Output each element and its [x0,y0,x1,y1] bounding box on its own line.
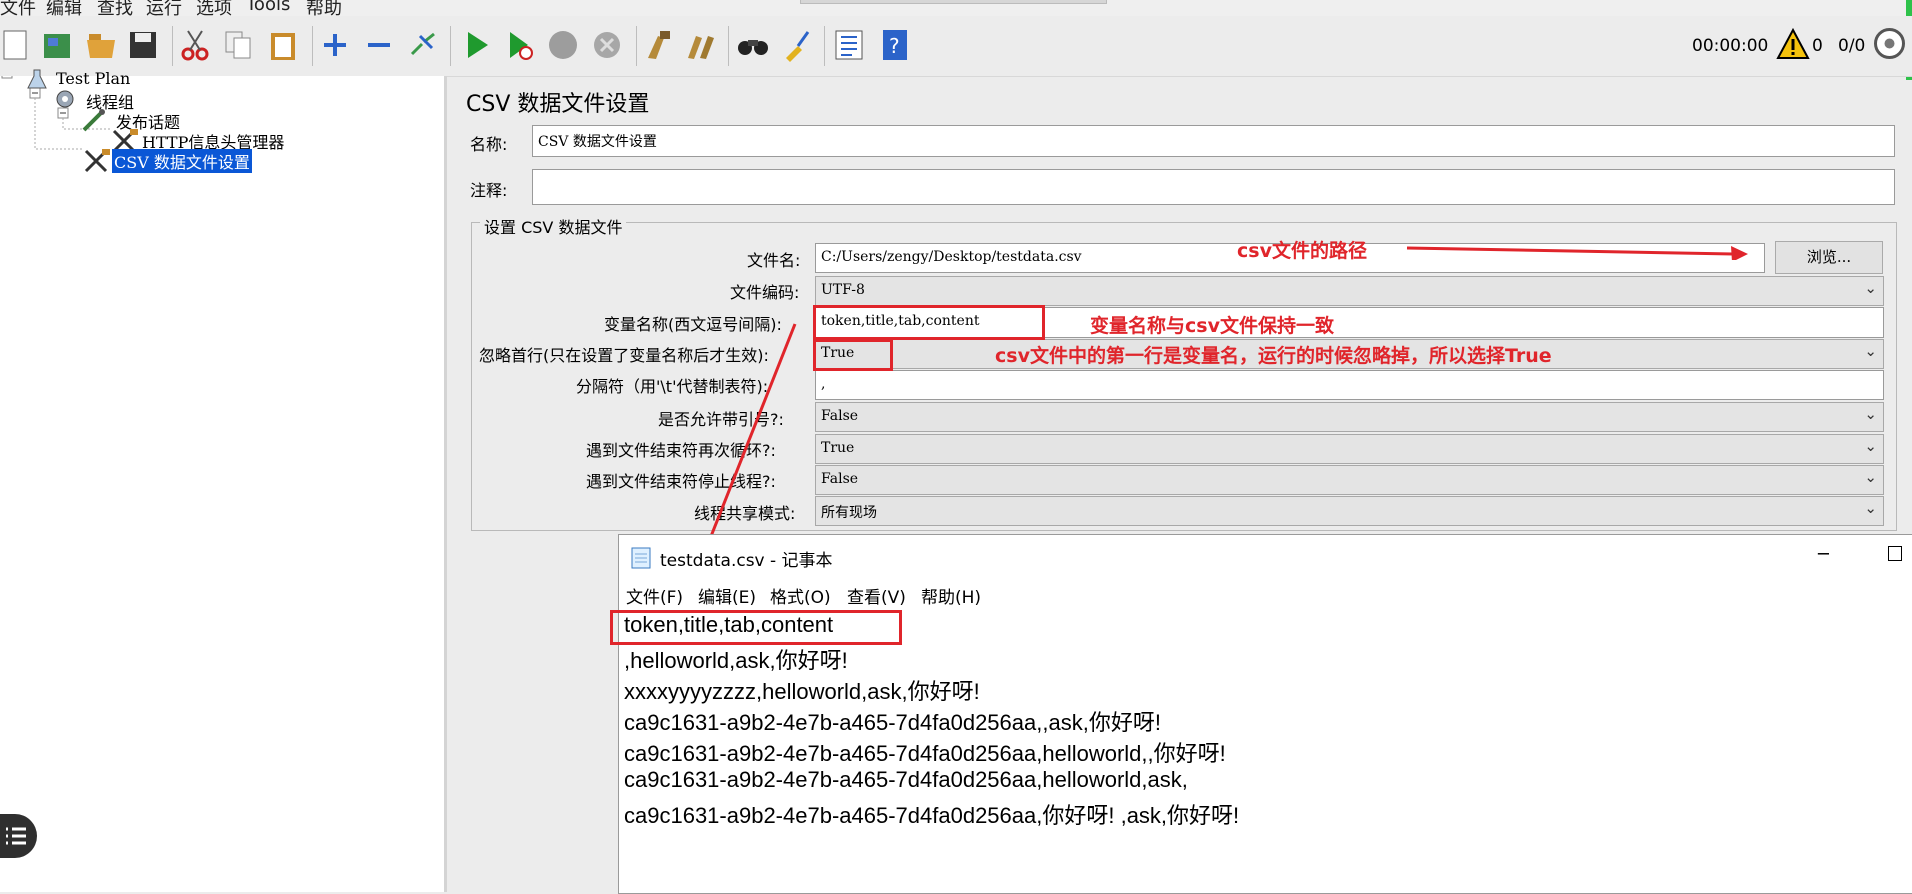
chevron-down-icon: ⌄ [1864,405,1877,423]
sharing-mode-combo[interactable]: 所有现场 ⌄ [815,496,1884,526]
cut-icon[interactable] [178,28,212,62]
save-icon[interactable] [126,28,160,62]
separator [636,26,637,66]
notepad-line[interactable]: xxxxyyyyzzzz,helloworld,ask,你好呀! [624,674,980,706]
new-icon[interactable] [0,28,34,62]
shutdown-icon[interactable] [590,28,624,62]
annotation-box-varnames [813,305,1045,340]
paste-icon[interactable] [266,28,300,62]
notepad-line[interactable]: ca9c1631-a9b2-4e7b-a465-7d4fa0d256aa,你好呀… [624,798,1239,830]
notepad-menu-help[interactable]: 帮助(H) [921,583,981,608]
delimiter-field[interactable]: , [815,370,1884,400]
search-icon[interactable] [736,28,770,62]
notepad-line[interactable]: ca9c1631-a9b2-4e7b-a465-7d4fa0d256aa,hel… [624,736,1226,768]
copy-icon[interactable] [222,28,256,62]
function-helper-icon[interactable] [832,28,866,62]
recycle-combo[interactable]: True ⌄ [815,434,1884,464]
clear-icon[interactable] [642,28,676,62]
toolbar: ? [0,16,1912,77]
test-plan-tree: Test Plan 线程组 发布话题 HTTP信息头管理器 CSV 数据文件设置 [0,69,447,892]
notepad-line[interactable]: ,helloworld,ask,你好呀! [624,643,848,675]
remote-status-icon[interactable] [1873,27,1906,60]
separator [824,26,825,66]
menu-tools[interactable]: Tools [246,0,290,15]
csv-settings-legend: 设置 CSV 数据文件 [480,214,627,238]
notice-popup-edge [800,0,1107,4]
expand-icon[interactable] [318,28,352,62]
annotation-box-header-line [610,610,902,645]
stop-icon[interactable] [546,28,580,62]
chevron-down-icon: ⌄ [1864,342,1877,360]
filename-label: 文件名: [747,251,801,270]
notepad-line[interactable]: ca9c1631-a9b2-4e7b-a465-7d4fa0d256aa,hel… [624,767,1188,793]
separator [728,26,729,66]
elapsed-timer: 00:00:00 [1692,36,1769,56]
stop-thread-value: False [821,471,859,487]
tree-item-csv-data-set[interactable]: CSV 数据文件设置 [112,149,252,173]
maximize-button[interactable] [1888,546,1902,561]
annotation-varname-note: 变量名称与csv文件保持一致 [1090,315,1334,337]
quoted-data-combo[interactable]: False ⌄ [815,402,1884,432]
open-icon[interactable] [84,28,118,62]
encoding-value: UTF-8 [821,282,865,298]
tree-item-test-plan[interactable]: Test Plan [56,69,130,88]
notepad-menu-edit[interactable]: 编辑(E) [698,583,756,608]
name-label: 名称: [470,135,508,154]
notepad-menu-file[interactable]: 文件(F) [626,583,683,608]
encoding-combo[interactable]: UTF-8 ⌄ [815,276,1884,306]
toggle-icon[interactable] [406,28,440,62]
reset-search-icon[interactable] [780,28,814,62]
templates-icon[interactable] [40,28,74,62]
chevron-down-icon: ⌄ [1864,468,1877,486]
recycle-value: True [821,440,855,456]
minimize-button[interactable]: ─ [1818,544,1829,565]
start-icon[interactable] [460,28,494,62]
sampler-icon [82,109,105,132]
chevron-down-icon: ⌄ [1864,437,1877,455]
annotation-ignore-note: csv文件中的第一行是变量名，运行的时候忽略掉，所以选择True [995,345,1552,367]
clear-all-icon[interactable] [684,28,718,62]
config-element-icon [84,149,110,173]
browse-button[interactable]: 浏览... [1775,241,1883,274]
notepad-line[interactable]: ca9c1631-a9b2-4e7b-a465-7d4fa0d256aa,,as… [624,705,1161,737]
help-icon[interactable]: ? [878,28,912,62]
sharing-mode-value: 所有现场 [821,505,877,521]
chevron-down-icon: ⌄ [1864,279,1877,297]
name-field[interactable]: CSV 数据文件设置 [532,125,1895,157]
collapse-icon[interactable] [362,28,396,62]
chevron-down-icon: ⌄ [1864,499,1877,517]
quoted-data-value: False [821,408,859,424]
separator [450,26,451,66]
notepad-title: testdata.csv - 记事本 [660,551,833,571]
start-no-timers-icon[interactable] [502,28,536,62]
annotation-box-ignore [813,339,893,371]
svg-text:?: ? [889,34,900,58]
annotation-path-note: csv文件的路径 [1237,240,1367,262]
notepad-menu-format[interactable]: 格式(O) [770,583,831,608]
comment-field[interactable] [532,169,1895,205]
separator [172,26,173,66]
comment-label: 注释: [470,181,508,200]
warning-count: 0 [1812,36,1823,56]
list-icon [6,827,26,845]
annotation-arrow-right [1406,246,1748,260]
encoding-label: 文件编码: [730,283,800,302]
stop-thread-combo[interactable]: False ⌄ [815,465,1884,495]
active-threads: 0/0 [1838,36,1866,56]
panel-title: CSV 数据文件设置 [466,92,650,117]
thread-group-icon [56,90,74,108]
warning-icon[interactable] [1776,28,1810,60]
test-plan-icon [27,69,47,89]
notepad-icon [631,547,651,569]
notepad-menu-view[interactable]: 查看(V) [847,583,906,608]
separator [312,26,313,66]
